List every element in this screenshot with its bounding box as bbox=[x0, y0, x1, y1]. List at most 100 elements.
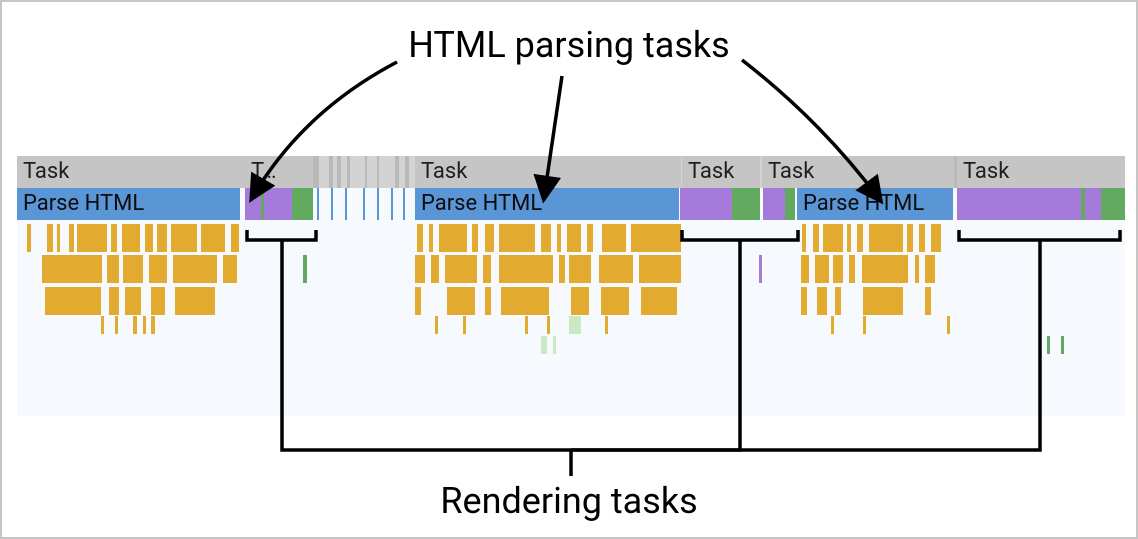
task-row: TaskT…TaskTaskTaskTask bbox=[17, 156, 1125, 188]
flame-block bbox=[571, 287, 589, 315]
bottom-annotation-label: Rendering tasks bbox=[440, 480, 697, 522]
flame-row-4 bbox=[17, 316, 1125, 334]
task-minor-segment bbox=[313, 156, 319, 188]
flame-block bbox=[501, 287, 549, 315]
row2-stripe bbox=[317, 188, 319, 220]
task-minor-segment bbox=[395, 156, 399, 188]
row2-stripe bbox=[391, 188, 393, 220]
flame-block bbox=[599, 255, 633, 283]
flame-block bbox=[1047, 336, 1050, 354]
flame-block bbox=[947, 316, 950, 334]
task-minor-segment bbox=[405, 156, 409, 188]
flame-block bbox=[602, 224, 626, 252]
flame-block bbox=[925, 255, 935, 283]
flame-block bbox=[151, 316, 155, 334]
flame-block bbox=[223, 255, 237, 283]
flame-block bbox=[175, 287, 215, 315]
flame-block bbox=[1061, 336, 1064, 354]
flame-block bbox=[547, 316, 550, 334]
flame-block bbox=[557, 224, 561, 252]
flame-block bbox=[631, 224, 681, 252]
flame-block bbox=[42, 255, 102, 283]
flame-block bbox=[125, 287, 141, 315]
flame-block bbox=[431, 255, 439, 283]
flame-block bbox=[77, 224, 107, 252]
row2-stripe bbox=[377, 188, 379, 220]
flame-block bbox=[801, 255, 809, 283]
flame-block bbox=[553, 336, 556, 354]
flame-block bbox=[231, 224, 239, 252]
flame-block bbox=[862, 255, 908, 283]
flame-block bbox=[47, 224, 53, 252]
flame-block bbox=[201, 224, 225, 252]
parse-html-segment: Parse HTML bbox=[17, 188, 240, 220]
flame-block bbox=[445, 255, 477, 283]
parse-html-segment: Parse HTML bbox=[415, 188, 679, 220]
flame-block bbox=[801, 287, 807, 315]
flame-block bbox=[541, 224, 551, 252]
flame-block bbox=[641, 287, 677, 315]
flame-block bbox=[101, 316, 104, 334]
flame-block bbox=[863, 287, 903, 315]
flame-block bbox=[415, 287, 421, 315]
row2-stripe bbox=[331, 188, 333, 220]
flame-block bbox=[835, 287, 841, 315]
task-minor-segment bbox=[377, 156, 379, 188]
render-segment bbox=[680, 188, 760, 220]
flame-block bbox=[439, 224, 467, 252]
flame-block bbox=[569, 255, 591, 283]
flame-block bbox=[133, 316, 137, 334]
row2-stripe bbox=[363, 188, 365, 220]
flame-block bbox=[485, 224, 494, 252]
flame-block bbox=[813, 224, 819, 252]
task-minor-segment bbox=[954, 156, 957, 188]
task-segment: Task bbox=[415, 156, 681, 188]
flame-block bbox=[143, 316, 146, 334]
task-segment: Task bbox=[957, 156, 1125, 188]
flame-block bbox=[303, 255, 307, 283]
flame-block bbox=[823, 224, 843, 252]
top-annotation-label: HTML parsing tasks bbox=[408, 24, 730, 66]
flame-block bbox=[815, 255, 829, 283]
parse-html-segment: Parse HTML bbox=[797, 188, 953, 220]
flame-block bbox=[817, 287, 827, 315]
flame-block bbox=[483, 255, 491, 283]
task-segment: Task bbox=[762, 156, 954, 188]
flame-block bbox=[429, 224, 433, 252]
render-segment bbox=[763, 188, 795, 220]
flame-block bbox=[149, 255, 167, 283]
task-minor-segment bbox=[347, 156, 350, 188]
flame-block bbox=[415, 255, 425, 283]
task-segment: T… bbox=[245, 156, 313, 188]
flame-block bbox=[849, 255, 855, 283]
flame-block bbox=[802, 224, 806, 252]
flame-block bbox=[123, 255, 143, 283]
flame-block bbox=[151, 287, 165, 315]
flame-block bbox=[569, 316, 581, 334]
flame-block bbox=[907, 224, 913, 252]
flame-row-2 bbox=[17, 255, 1125, 283]
flame-block bbox=[567, 224, 581, 252]
row2-stripe bbox=[345, 188, 347, 220]
flame-block bbox=[115, 316, 118, 334]
flame-block bbox=[69, 224, 74, 252]
flame-block bbox=[639, 255, 681, 283]
flame-block bbox=[109, 287, 119, 315]
flame-row-1 bbox=[17, 224, 1125, 252]
flame-block bbox=[122, 224, 140, 252]
flame-block bbox=[915, 255, 919, 283]
task-minor-segment bbox=[337, 156, 341, 188]
flame-block bbox=[173, 255, 217, 283]
flame-block bbox=[919, 224, 925, 252]
flame-block bbox=[925, 287, 931, 315]
flame-block bbox=[541, 336, 547, 354]
flame-block bbox=[157, 224, 167, 252]
task-minor-segment bbox=[365, 156, 367, 188]
flame-block bbox=[759, 255, 762, 283]
flame-block bbox=[499, 255, 553, 283]
parse-render-row: Parse HTML Parse HTML Parse HTML bbox=[17, 188, 1125, 220]
flame-block bbox=[863, 316, 866, 334]
flame-block bbox=[57, 224, 60, 252]
flame-block bbox=[171, 224, 197, 252]
flame-block bbox=[485, 287, 491, 315]
